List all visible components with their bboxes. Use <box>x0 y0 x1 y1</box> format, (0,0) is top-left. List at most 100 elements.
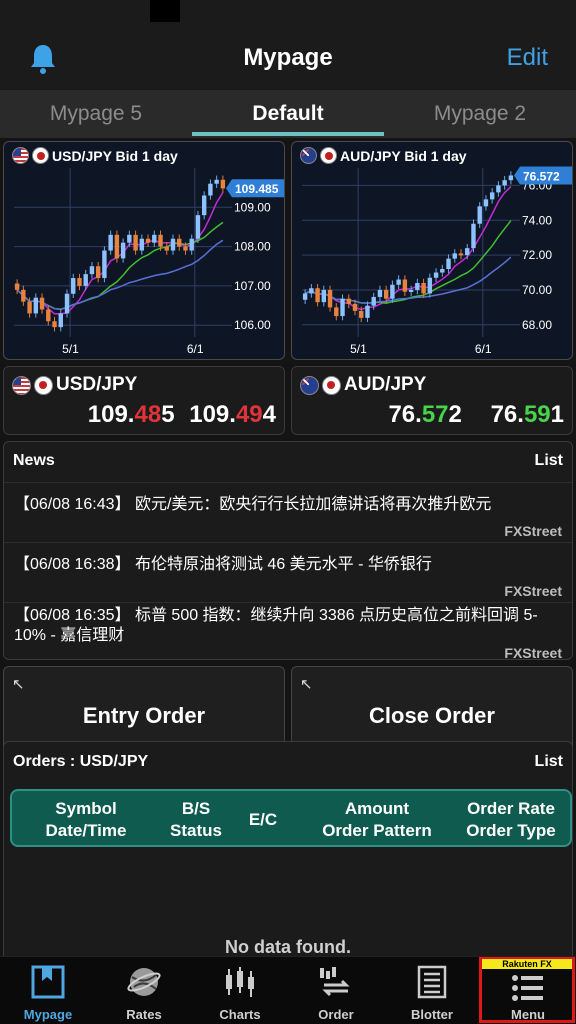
candle-body <box>189 238 194 251</box>
quote-card-usdjpy[interactable]: USD/JPY 109.485 109.494 <box>3 366 285 435</box>
audjpy-chart: 76.0074.0072.0070.0068.005/1 6/176.572 <box>302 166 572 356</box>
candle-body <box>359 310 364 318</box>
candle-body <box>83 274 88 286</box>
x-tick-label: 6/1 <box>187 342 204 356</box>
tab-mypage-2[interactable]: Mypage 2 <box>384 90 576 138</box>
x-tick-label: 5/1 <box>350 342 367 356</box>
candle-body <box>427 277 433 294</box>
quote-card-audjpy[interactable]: AUD/JPY 76.572 76.591 <box>291 366 573 435</box>
au-flag-icon <box>300 375 319 395</box>
ask-big-digits: 49 <box>235 401 263 428</box>
nav-mypage[interactable]: Mypage <box>0 957 96 1024</box>
candle-body <box>201 195 207 216</box>
candle-body <box>483 199 489 207</box>
candle-body <box>465 248 470 256</box>
candle-body <box>396 279 401 285</box>
candle-body <box>377 289 383 297</box>
au-flag-icon <box>300 147 317 164</box>
jp-flag-icon <box>32 147 49 164</box>
candle-body <box>334 307 339 317</box>
nav-rates[interactable]: Rates <box>96 957 192 1024</box>
close-order-label: Close Order <box>369 703 495 728</box>
mypage-icon <box>31 965 65 999</box>
ask-price[interactable]: 76.591 <box>491 401 564 428</box>
news-source: FXStreet <box>504 523 562 539</box>
quote-prices: 109.485 109.494 <box>88 401 276 429</box>
news-item[interactable]: 【06/08 16:43】 欧元/美元：欧央行行长拉加德讲话将再次推升欧元 FX… <box>4 482 572 542</box>
news-source: FXStreet <box>504 583 562 599</box>
pair-label: USD/JPY <box>56 374 138 395</box>
usdjpy-chart: 109.00 108.00 107.00 106.00 5/1 6/1 109.485 <box>14 168 284 356</box>
x-tick-label: 5/1 <box>62 342 79 356</box>
bid-price[interactable]: 109.485 <box>88 401 175 428</box>
bid-int: 109. <box>87 401 135 428</box>
candle-body <box>195 215 201 239</box>
news-title: News <box>13 452 55 469</box>
orders-table-header: Symbol Date/Time B/S Status E/C Amount O… <box>10 789 572 847</box>
candle-body <box>402 279 408 292</box>
quote-pair: AUD/JPY <box>300 374 426 396</box>
nav-order[interactable]: Order <box>288 957 384 1024</box>
candle-body <box>52 321 57 328</box>
candle-body <box>46 309 51 322</box>
candle-body <box>14 283 20 290</box>
candle-body <box>433 272 439 278</box>
candle-body <box>164 246 169 251</box>
col-order-rate[interactable]: Order Rate Order Type <box>456 798 566 842</box>
news-source: FXStreet <box>504 645 562 661</box>
candle-body <box>170 238 176 251</box>
blotter-icon <box>417 965 447 999</box>
candle-body <box>114 234 120 259</box>
col-ec[interactable]: E/C <box>238 809 288 831</box>
tab-default[interactable]: Default <box>192 90 384 138</box>
candle-body <box>302 293 308 300</box>
candle-body <box>58 313 63 328</box>
y-tick-label: 68.00 <box>522 318 552 332</box>
nav-label: Order <box>318 1007 354 1022</box>
nav-charts[interactable]: Charts <box>192 957 288 1024</box>
moving-average-line <box>304 256 512 304</box>
bid-big-digits: 48 <box>134 401 162 428</box>
candle-body <box>489 192 495 200</box>
arrow-up-left-icon: ↖ <box>300 676 313 693</box>
pair-label: AUD/JPY <box>344 374 427 395</box>
candle-body <box>415 282 420 290</box>
candle-body <box>120 242 126 259</box>
candle-body <box>346 298 351 304</box>
bid-pip: 5 <box>161 401 175 428</box>
col-line2: Order Type <box>466 821 556 840</box>
nav-blotter[interactable]: Blotter <box>384 957 480 1024</box>
candle-body <box>327 289 333 308</box>
candle-body <box>471 223 476 249</box>
jp-flag-icon <box>34 375 53 395</box>
candle-body <box>133 234 138 251</box>
col-amount[interactable]: Amount Order Pattern <box>304 798 450 842</box>
news-item[interactable]: 【06/08 16:35】 标普 500 指数：继续升向 3386 点历史高位之… <box>4 602 572 661</box>
col-bs[interactable]: B/S Status <box>156 798 236 842</box>
candle-body <box>108 234 113 251</box>
news-list-link[interactable]: List <box>535 452 563 470</box>
y-tick-label: 70.00 <box>522 283 552 297</box>
bid-price[interactable]: 76.572 <box>388 401 461 428</box>
col-symbol[interactable]: Symbol Date/Time <box>26 798 146 842</box>
edit-button[interactable]: Edit <box>507 44 548 72</box>
price-tag-label: 76.572 <box>523 169 560 183</box>
ask-price[interactable]: 109.494 <box>189 401 276 428</box>
bid-int: 76. <box>388 401 422 428</box>
candle-body <box>139 238 145 251</box>
candle-body <box>340 298 345 317</box>
candle-body <box>446 258 451 270</box>
col-line1: B/S <box>181 799 211 818</box>
us-flag-icon <box>12 375 31 395</box>
candle-body <box>39 297 45 310</box>
tab-mypage-5[interactable]: Mypage 5 <box>0 90 192 138</box>
col-line2: Date/Time <box>45 821 127 840</box>
news-item[interactable]: 【06/08 16:38】 布伦特原油将测试 46 美元水平 - 华侨银行 FX… <box>4 542 572 602</box>
col-line1: E/C <box>248 810 278 829</box>
chart-card-usdjpy[interactable]: 109.00 108.00 107.00 106.00 5/1 6/1 109.485 US… <box>3 141 285 360</box>
y-tick-label: 107.00 <box>234 279 271 293</box>
chart-card-audjpy[interactable]: 76.00 74.00 72.00 70.00 68.00 5/1 6/1 76.572 AU… <box>291 141 573 360</box>
candle-body <box>89 266 95 275</box>
orders-list-link[interactable]: List <box>535 753 563 771</box>
candle-body <box>408 289 414 292</box>
